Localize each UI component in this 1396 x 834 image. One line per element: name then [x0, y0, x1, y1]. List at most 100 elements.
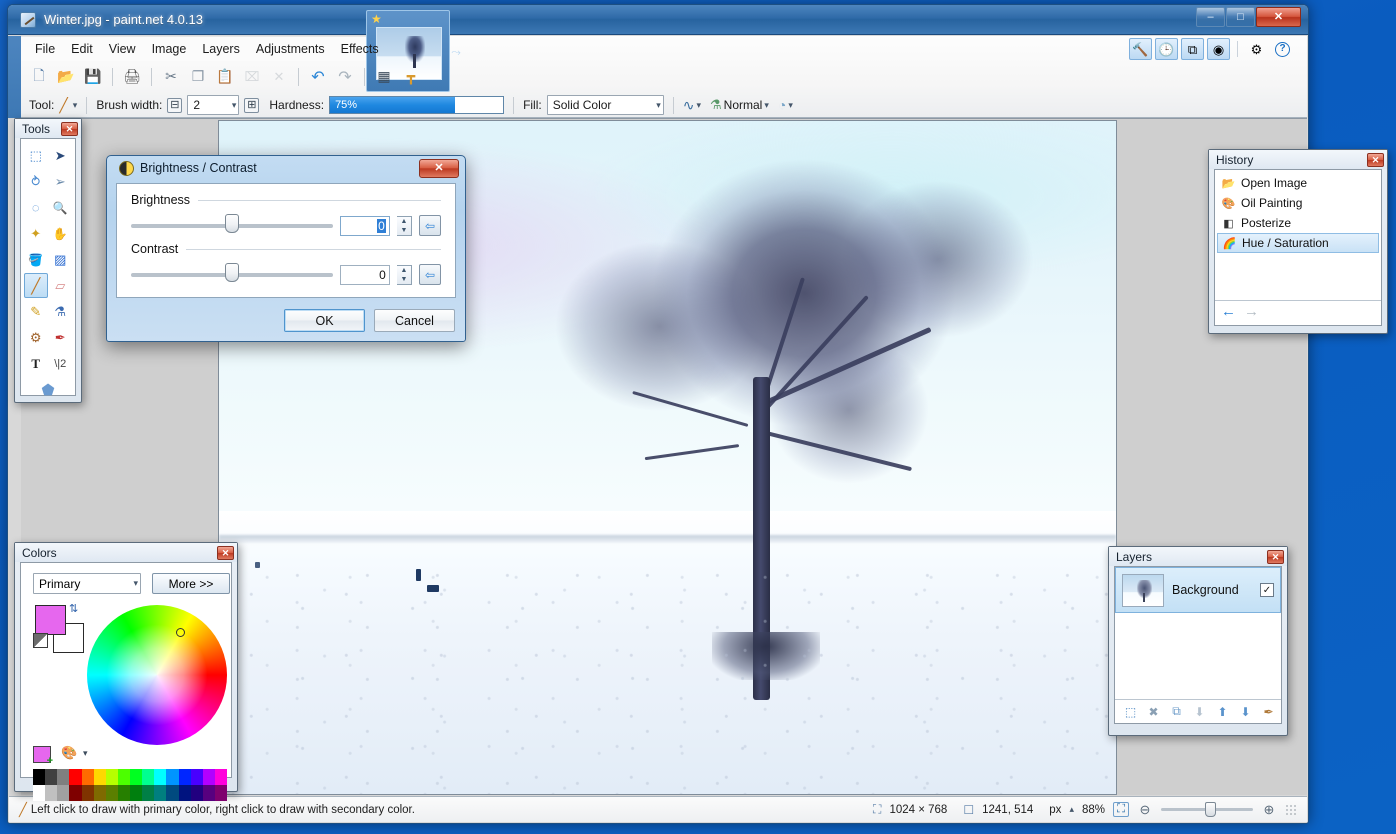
tools-window-title-bar[interactable]: Tools ✕	[15, 119, 81, 138]
add-color-to-palette-button[interactable]	[33, 746, 53, 767]
add-new-layer-button[interactable]: ⬚	[1121, 703, 1140, 721]
tool-dropdown-caret-icon[interactable]: ▾	[73, 100, 78, 111]
move-selection-tool[interactable]: ➢	[49, 169, 73, 194]
history-item-oil-painting[interactable]: 🎨 Oil Painting	[1217, 193, 1379, 213]
palette-swatch[interactable]	[69, 785, 82, 801]
palette-swatch[interactable]	[202, 785, 215, 801]
magic-wand-tool[interactable]: ✦	[24, 221, 48, 246]
recolor-tool[interactable]: ✒	[49, 325, 73, 350]
color-palette-strip[interactable]	[33, 769, 227, 801]
color-picker-tool[interactable]: ⚗	[49, 299, 73, 324]
save-image-button[interactable]: 💾	[80, 64, 106, 89]
palette-swatch[interactable]	[57, 769, 70, 785]
palette-swatch[interactable]	[81, 785, 94, 801]
palette-swatch[interactable]	[45, 785, 58, 801]
palette-swatch[interactable]	[105, 769, 118, 785]
history-item-posterize[interactable]: ◧ Posterize	[1217, 213, 1379, 233]
menu-image[interactable]: Image	[144, 39, 195, 59]
blend-mode-dropdown[interactable]: ⚗ Normal ▾	[710, 97, 769, 113]
brightness-reset-button[interactable]: ⇦	[419, 215, 441, 236]
palette-swatch[interactable]	[117, 769, 130, 785]
duplicate-layer-button[interactable]: ⧉	[1167, 703, 1186, 721]
maximize-button[interactable]: □	[1226, 7, 1255, 27]
palette-swatch[interactable]	[178, 769, 191, 785]
zoom-slider[interactable]	[1161, 802, 1253, 817]
history-redo-button[interactable]: →	[1244, 304, 1259, 319]
text-tool[interactable]: T	[24, 351, 48, 376]
line-curve-tool[interactable]: \|2	[49, 351, 73, 376]
history-window-title-bar[interactable]: History ✕	[1209, 150, 1387, 169]
palette-swatch[interactable]	[81, 769, 94, 785]
hardness-slider[interactable]: 75%	[329, 96, 505, 114]
move-layer-down-button[interactable]: ⬇	[1236, 703, 1255, 721]
history-window-close-button[interactable]: ✕	[1367, 152, 1384, 167]
layer-row-background[interactable]: Background ✓	[1115, 567, 1281, 613]
menu-edit[interactable]: Edit	[63, 39, 101, 59]
palette-swatch[interactable]	[130, 785, 143, 801]
brightness-spinner[interactable]: ▲ ▼	[396, 215, 413, 236]
palette-swatch[interactable]	[190, 769, 203, 785]
move-layer-up-button[interactable]: ⬆	[1213, 703, 1232, 721]
palette-swatch[interactable]	[117, 785, 130, 801]
palette-swatch[interactable]	[57, 785, 70, 801]
brightness-spin-up-icon[interactable]: ▲	[397, 217, 411, 226]
toggle-colors-window[interactable]: ◉	[1207, 38, 1230, 60]
palette-swatch[interactable]	[142, 769, 155, 785]
eraser-tool[interactable]: ▱	[49, 273, 73, 298]
layer-visibility-checkbox[interactable]: ✓	[1260, 583, 1274, 597]
clone-stamp-tool[interactable]: ⚙	[24, 325, 48, 350]
colors-window-close-button[interactable]: ✕	[217, 545, 234, 560]
settings-button[interactable]: ⚙	[1245, 38, 1268, 60]
zoom-in-button[interactable]: ⊕	[1261, 802, 1277, 817]
palette-swatch[interactable]	[105, 785, 118, 801]
palette-swatch[interactable]	[214, 785, 227, 801]
shapes-tool[interactable]: ⬟	[24, 377, 72, 402]
paste-button[interactable]: 📋	[212, 64, 238, 89]
layers-window-title-bar[interactable]: Layers ✕	[1109, 547, 1287, 566]
undo-button[interactable]: ↶	[305, 64, 331, 89]
zoom-to-fit-button[interactable]: ⛶	[1113, 802, 1129, 817]
toggle-layers-window[interactable]: ⧉	[1181, 38, 1204, 60]
palette-swatch[interactable]	[154, 785, 167, 801]
contrast-slider[interactable]	[131, 262, 334, 282]
palette-menu-caret-icon[interactable]: ▾	[83, 748, 88, 759]
redo-button[interactable]: ↷	[332, 64, 358, 89]
delete-layer-button[interactable]: ✖	[1144, 703, 1163, 721]
brightness-slider-thumb[interactable]	[225, 213, 240, 233]
menu-view[interactable]: View	[101, 39, 144, 59]
toggle-history-window[interactable]: 🕒	[1155, 38, 1178, 60]
palette-swatch[interactable]	[93, 785, 106, 801]
grid-button[interactable]: ▦	[371, 64, 397, 89]
colors-window-title-bar[interactable]: Colors ✕	[15, 543, 237, 562]
paint-bucket-tool[interactable]: 🪣	[24, 247, 48, 272]
lasso-select-tool[interactable]: ⥁	[24, 169, 48, 194]
palette-swatch[interactable]	[154, 769, 167, 785]
alpha-blending-dropdown[interactable]: ◔ ▾	[778, 97, 793, 113]
menu-file[interactable]: File	[27, 39, 63, 59]
cancel-button[interactable]: Cancel	[374, 309, 455, 332]
antialiasing-dropdown[interactable]: ∿ ▾	[683, 97, 701, 114]
history-undo-button[interactable]: ←	[1221, 304, 1236, 319]
units-caret-icon[interactable]: ▴	[1069, 804, 1074, 815]
cut-button[interactable]: ✂	[158, 64, 184, 89]
palette-menu-icon[interactable]: 🎨	[61, 745, 79, 763]
layers-window-close-button[interactable]: ✕	[1267, 549, 1284, 564]
swap-colors-icon[interactable]: ⇅	[69, 603, 82, 616]
primary-color-swatch[interactable]	[35, 605, 66, 635]
ellipse-select-tool[interactable]: ◌	[24, 195, 48, 220]
paintbrush-tool[interactable]: ╱	[24, 273, 48, 298]
tab-list-chevron-down-icon[interactable]: ⤳	[448, 45, 464, 59]
contrast-input[interactable]: 0	[340, 264, 390, 285]
toggle-tools-window[interactable]: 🔨	[1129, 38, 1152, 60]
brightness-input[interactable]: 0	[340, 215, 390, 236]
close-button[interactable]: ✕	[1256, 7, 1301, 27]
menu-effects[interactable]: Effects	[333, 39, 387, 59]
brush-width-increase-button[interactable]: ⊞	[244, 97, 260, 113]
zoom-tool[interactable]: 🔍	[49, 195, 73, 220]
rulers-button[interactable]: ┳	[398, 64, 424, 89]
color-mode-dropdown[interactable]: Primary ▾	[33, 573, 141, 594]
menu-layers[interactable]: Layers	[194, 39, 248, 59]
palette-swatch[interactable]	[142, 785, 155, 801]
dialog-title-bar[interactable]: Brightness / Contrast ✕	[107, 156, 465, 181]
palette-swatch[interactable]	[166, 785, 179, 801]
